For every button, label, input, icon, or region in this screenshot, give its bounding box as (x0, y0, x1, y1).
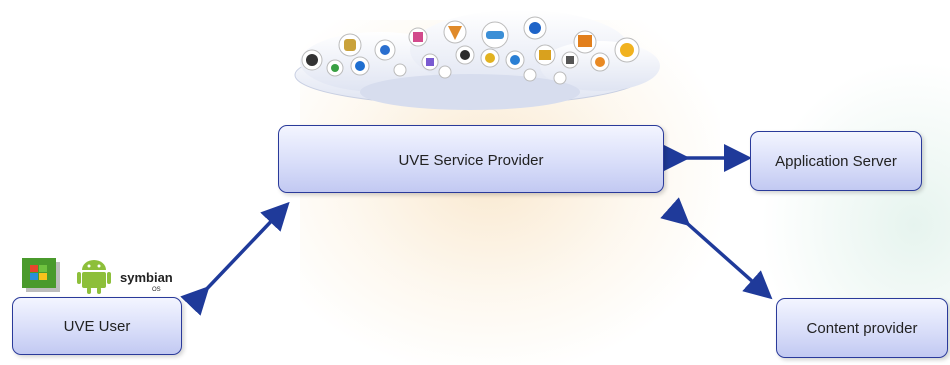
arrow-provider-content (660, 197, 773, 300)
arrow-user-provider (180, 201, 290, 316)
content-provider-box: Content provider (776, 298, 948, 358)
windows-logo-icon (22, 258, 60, 292)
uve-service-provider-label: UVE Service Provider (398, 152, 544, 169)
content-provider-label: Content provider (806, 319, 918, 337)
symbian-os-label: OS (152, 287, 161, 293)
application-server-box: Application Server (750, 131, 922, 191)
uve-user-label: UVE User (63, 317, 131, 335)
android-logo-icon (77, 260, 111, 294)
symbian-logo: symbian (120, 270, 173, 285)
uve-service-provider-box: UVE Service Provider (278, 125, 664, 193)
uve-user-box: UVE User (12, 297, 182, 355)
application-server-label: Application Server (775, 152, 897, 170)
